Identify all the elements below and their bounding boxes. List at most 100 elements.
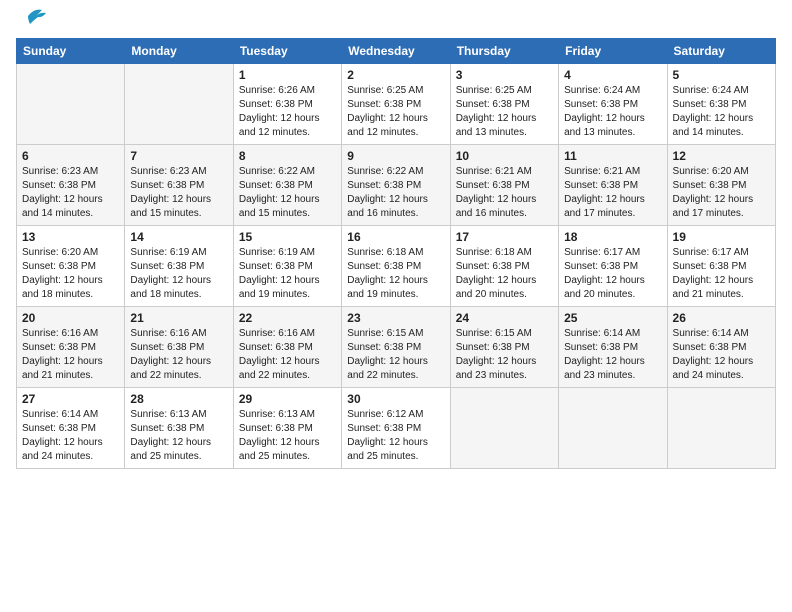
day-number: 14 xyxy=(130,230,227,244)
calendar-cell xyxy=(559,388,667,469)
day-info: Sunrise: 6:16 AM Sunset: 6:38 PM Dayligh… xyxy=(130,327,227,383)
calendar-cell: 13 Sunrise: 6:20 AM Sunset: 6:38 PM Dayli… xyxy=(17,226,125,307)
calendar-cell: 11 Sunrise: 6:21 AM Sunset: 6:38 PM Dayli… xyxy=(559,145,667,226)
calendar-cell: 10 Sunrise: 6:21 AM Sunset: 6:38 PM Dayli… xyxy=(450,145,558,226)
day-number: 15 xyxy=(239,230,336,244)
calendar-cell: 7 Sunrise: 6:23 AM Sunset: 6:38 PM Daylig… xyxy=(125,145,233,226)
day-info: Sunrise: 6:23 AM Sunset: 6:38 PM Dayligh… xyxy=(22,165,119,221)
day-number: 18 xyxy=(564,230,661,244)
calendar-cell: 15Sunrise: 6:19 AM Sunset: 6:38 PM Dayli… xyxy=(233,226,341,307)
calendar-cell xyxy=(450,388,558,469)
calendar-cell: 26 Sunrise: 6:14 AM Sunset: 6:38 PM Dayli… xyxy=(667,307,775,388)
calendar-cell: 3 Sunrise: 6:25 AM Sunset: 6:38 PM Daylig… xyxy=(450,64,558,145)
day-number: 20 xyxy=(22,311,119,325)
calendar-week-1: 1 Sunrise: 6:26 AM Sunset: 6:38 PM Daylig… xyxy=(17,64,776,145)
day-info: Sunrise: 6:16 AM Sunset: 6:38 PM Dayligh… xyxy=(239,327,336,383)
calendar-cell: 23 Sunrise: 6:15 AM Sunset: 6:38 PM Dayli… xyxy=(342,307,450,388)
day-number: 24 xyxy=(456,311,553,325)
day-header-friday: Friday xyxy=(559,39,667,64)
calendar-table: SundayMondayTuesdayWednesdayThursdayFrid… xyxy=(16,38,776,469)
day-number: 16 xyxy=(347,230,444,244)
calendar-cell: 24Sunrise: 6:15 AM Sunset: 6:38 PM Dayli… xyxy=(450,307,558,388)
calendar-week-3: 13 Sunrise: 6:20 AM Sunset: 6:38 PM Dayli… xyxy=(17,226,776,307)
day-number: 21 xyxy=(130,311,227,325)
calendar-cell: 22 Sunrise: 6:16 AM Sunset: 6:38 PM Dayli… xyxy=(233,307,341,388)
day-number: 26 xyxy=(673,311,770,325)
calendar-cell: 17 Sunrise: 6:18 AM Sunset: 6:38 PM Dayli… xyxy=(450,226,558,307)
day-info: Sunrise: 6:24 AM Sunset: 6:38 PM Dayligh… xyxy=(673,84,770,140)
day-number: 3 xyxy=(456,68,553,82)
day-info: Sunrise: 6:18 AM Sunset: 6:38 PM Dayligh… xyxy=(456,246,553,302)
calendar-cell: 8 Sunrise: 6:22 AM Sunset: 6:38 PM Daylig… xyxy=(233,145,341,226)
day-header-wednesday: Wednesday xyxy=(342,39,450,64)
day-header-sunday: Sunday xyxy=(17,39,125,64)
calendar-cell: 19Sunrise: 6:17 AM Sunset: 6:38 PM Dayli… xyxy=(667,226,775,307)
day-header-saturday: Saturday xyxy=(667,39,775,64)
day-info: Sunrise: 6:25 AM Sunset: 6:38 PM Dayligh… xyxy=(456,84,553,140)
day-number: 11 xyxy=(564,149,661,163)
logo xyxy=(16,16,48,26)
day-number: 22 xyxy=(239,311,336,325)
day-number: 13 xyxy=(22,230,119,244)
calendar-cell: 25 Sunrise: 6:14 AM Sunset: 6:38 PM Dayli… xyxy=(559,307,667,388)
day-info: Sunrise: 6:23 AM Sunset: 6:38 PM Dayligh… xyxy=(130,165,227,221)
day-info: Sunrise: 6:12 AM Sunset: 6:38 PM Dayligh… xyxy=(347,408,444,464)
day-info: Sunrise: 6:24 AM Sunset: 6:38 PM Dayligh… xyxy=(564,84,661,140)
day-info: Sunrise: 6:26 AM Sunset: 6:38 PM Dayligh… xyxy=(239,84,336,140)
day-header-monday: Monday xyxy=(125,39,233,64)
calendar-cell: 14Sunrise: 6:19 AM Sunset: 6:38 PM Dayli… xyxy=(125,226,233,307)
logo-bird-icon xyxy=(20,6,48,26)
day-number: 1 xyxy=(239,68,336,82)
day-info: Sunrise: 6:25 AM Sunset: 6:38 PM Dayligh… xyxy=(347,84,444,140)
calendar-header-row: SundayMondayTuesdayWednesdayThursdayFrid… xyxy=(17,39,776,64)
day-info: Sunrise: 6:17 AM Sunset: 6:38 PM Dayligh… xyxy=(564,246,661,302)
day-number: 12 xyxy=(673,149,770,163)
calendar-cell: 9 Sunrise: 6:22 AM Sunset: 6:38 PM Daylig… xyxy=(342,145,450,226)
calendar-cell: 27 Sunrise: 6:14 AM Sunset: 6:38 PM Dayli… xyxy=(17,388,125,469)
day-number: 17 xyxy=(456,230,553,244)
calendar-cell: 1 Sunrise: 6:26 AM Sunset: 6:38 PM Daylig… xyxy=(233,64,341,145)
calendar-cell xyxy=(667,388,775,469)
day-info: Sunrise: 6:21 AM Sunset: 6:38 PM Dayligh… xyxy=(456,165,553,221)
day-info: Sunrise: 6:13 AM Sunset: 6:38 PM Dayligh… xyxy=(130,408,227,464)
day-info: Sunrise: 6:22 AM Sunset: 6:38 PM Dayligh… xyxy=(347,165,444,221)
calendar-cell xyxy=(125,64,233,145)
day-info: Sunrise: 6:14 AM Sunset: 6:38 PM Dayligh… xyxy=(673,327,770,383)
day-number: 9 xyxy=(347,149,444,163)
page-header xyxy=(16,16,776,26)
day-number: 27 xyxy=(22,392,119,406)
day-number: 8 xyxy=(239,149,336,163)
calendar-cell: 6 Sunrise: 6:23 AM Sunset: 6:38 PM Daylig… xyxy=(17,145,125,226)
calendar-cell: 29Sunrise: 6:13 AM Sunset: 6:38 PM Dayli… xyxy=(233,388,341,469)
calendar-cell: 28 Sunrise: 6:13 AM Sunset: 6:38 PM Dayli… xyxy=(125,388,233,469)
day-number: 6 xyxy=(22,149,119,163)
day-number: 10 xyxy=(456,149,553,163)
day-header-tuesday: Tuesday xyxy=(233,39,341,64)
day-number: 5 xyxy=(673,68,770,82)
day-info: Sunrise: 6:21 AM Sunset: 6:38 PM Dayligh… xyxy=(564,165,661,221)
calendar-cell: 30Sunrise: 6:12 AM Sunset: 6:38 PM Dayli… xyxy=(342,388,450,469)
calendar-week-5: 27 Sunrise: 6:14 AM Sunset: 6:38 PM Dayli… xyxy=(17,388,776,469)
calendar-cell: 4Sunrise: 6:24 AM Sunset: 6:38 PM Daylig… xyxy=(559,64,667,145)
day-number: 23 xyxy=(347,311,444,325)
calendar-cell: 20 Sunrise: 6:16 AM Sunset: 6:38 PM Dayli… xyxy=(17,307,125,388)
day-info: Sunrise: 6:22 AM Sunset: 6:38 PM Dayligh… xyxy=(239,165,336,221)
day-info: Sunrise: 6:15 AM Sunset: 6:38 PM Dayligh… xyxy=(347,327,444,383)
calendar-cell: 12 Sunrise: 6:20 AM Sunset: 6:38 PM Dayli… xyxy=(667,145,775,226)
day-number: 28 xyxy=(130,392,227,406)
calendar-cell: 18 Sunrise: 6:17 AM Sunset: 6:38 PM Dayli… xyxy=(559,226,667,307)
day-info: Sunrise: 6:14 AM Sunset: 6:38 PM Dayligh… xyxy=(22,408,119,464)
day-number: 2 xyxy=(347,68,444,82)
day-info: Sunrise: 6:20 AM Sunset: 6:38 PM Dayligh… xyxy=(22,246,119,302)
day-info: Sunrise: 6:16 AM Sunset: 6:38 PM Dayligh… xyxy=(22,327,119,383)
day-info: Sunrise: 6:17 AM Sunset: 6:38 PM Dayligh… xyxy=(673,246,770,302)
day-info: Sunrise: 6:13 AM Sunset: 6:38 PM Dayligh… xyxy=(239,408,336,464)
day-number: 25 xyxy=(564,311,661,325)
day-number: 7 xyxy=(130,149,227,163)
day-header-thursday: Thursday xyxy=(450,39,558,64)
calendar-week-4: 20 Sunrise: 6:16 AM Sunset: 6:38 PM Dayli… xyxy=(17,307,776,388)
calendar-cell: 5 Sunrise: 6:24 AM Sunset: 6:38 PM Daylig… xyxy=(667,64,775,145)
day-info: Sunrise: 6:20 AM Sunset: 6:38 PM Dayligh… xyxy=(673,165,770,221)
calendar-cell: 21 Sunrise: 6:16 AM Sunset: 6:38 PM Dayli… xyxy=(125,307,233,388)
day-info: Sunrise: 6:14 AM Sunset: 6:38 PM Dayligh… xyxy=(564,327,661,383)
